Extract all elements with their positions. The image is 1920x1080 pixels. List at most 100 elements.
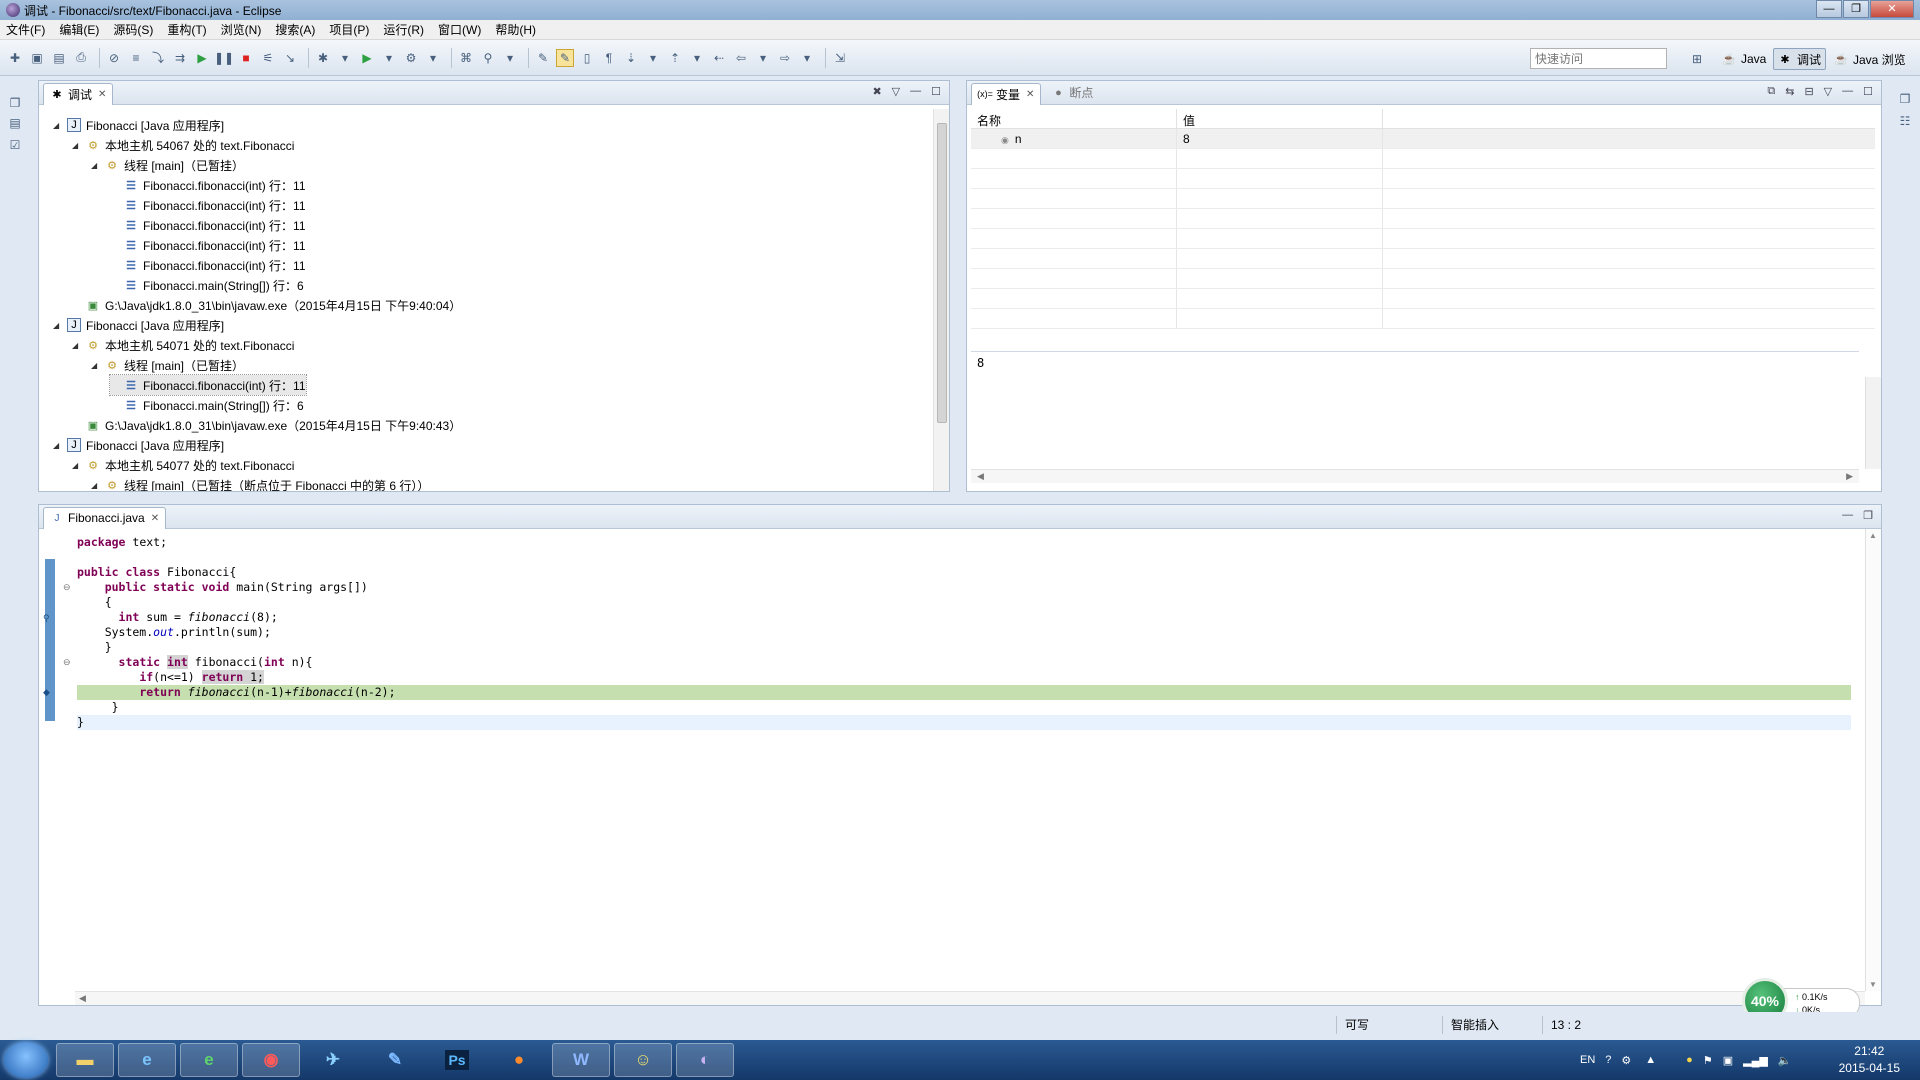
minimize-button[interactable]: —	[1816, 0, 1842, 18]
minimize-view-icon[interactable]: —	[1842, 85, 1853, 98]
debug-tree-row[interactable]: ▣ G:\Java\jdk1.8.0_31\bin\javaw.exe（2015年…	[72, 295, 461, 315]
tasks-view-icon[interactable]: ☑	[6, 136, 24, 154]
menu-navigate[interactable]: 浏览(N)	[221, 21, 262, 38]
show-logical-structure-icon[interactable]: ⇆	[1785, 85, 1794, 98]
action-center-icon[interactable]: ⚑	[1703, 1054, 1713, 1067]
netease-music-icon[interactable]: ◉	[242, 1043, 300, 1077]
remove-terminated-icon[interactable]: ✖	[872, 85, 881, 98]
debug-tree-row[interactable]: ◢ ⚙ 本地主机 54071 处的 text.Fibonacci	[72, 335, 294, 355]
menu-window[interactable]: 窗口(W)	[438, 21, 481, 38]
menu-project[interactable]: 项目(P)	[329, 21, 369, 38]
tray-app-icon[interactable]: ●	[1686, 1054, 1693, 1066]
debug-tree-row[interactable]: ◢ J Fibonacci [Java 应用程序]	[53, 435, 224, 455]
save-all-icon[interactable]: ▤	[50, 49, 68, 67]
save-icon[interactable]: ▣	[28, 49, 46, 67]
debug-tree-row[interactable]: ◢ ⚙ 本地主机 54067 处的 text.Fibonacci	[72, 135, 294, 155]
disconnect-icon[interactable]: ⚟	[259, 49, 277, 67]
menu-run[interactable]: 运行(R)	[383, 21, 424, 38]
debug-vertical-scrollbar[interactable]	[933, 109, 949, 491]
search-dropdown-icon[interactable]: ▾	[501, 49, 519, 67]
variable-row[interactable]: ◉ n 8	[971, 129, 1875, 149]
menu-source[interactable]: 源码(S)	[113, 21, 153, 38]
file-explorer-icon[interactable]: ▬	[56, 1043, 114, 1077]
last-edit-icon[interactable]: ⇠	[710, 49, 728, 67]
step-filters-icon[interactable]: ≡	[127, 49, 145, 67]
debug-tree-row[interactable]: ☰ Fibonacci.main(String[]) 行：6	[110, 275, 304, 295]
forward-icon[interactable]: ⇨	[776, 49, 794, 67]
menu-refactor[interactable]: 重构(T)	[167, 21, 206, 38]
open-perspective-icon[interactable]: ⊞	[1688, 50, 1706, 68]
expand-arrow-icon[interactable]: ◢	[91, 161, 101, 170]
word-icon[interactable]: W	[552, 1043, 610, 1077]
expand-arrow-icon[interactable]: ◢	[72, 141, 82, 150]
debug-tree-row[interactable]: ▣ G:\Java\jdk1.8.0_31\bin\javaw.exe（2015年…	[72, 415, 461, 435]
external-tools-icon[interactable]: ⚙	[402, 49, 420, 67]
start-button[interactable]	[4, 1042, 48, 1078]
back-dropdown-icon[interactable]: ▾	[754, 49, 772, 67]
debug-tree-row[interactable]: ◢ ⚙ 本地主机 54077 处的 text.Fibonacci	[72, 455, 294, 475]
view-menu-icon[interactable]: ▽	[1824, 85, 1832, 98]
scrollbar-thumb[interactable]	[937, 123, 947, 423]
skip-breakpoints-icon[interactable]: ⊘	[105, 49, 123, 67]
menu-help[interactable]: 帮助(H)	[495, 21, 536, 38]
fold-fibonacci-icon[interactable]: ⊖	[63, 657, 71, 668]
debug-tree-row[interactable]: ◢ ⚙ 线程 [main]（已暂挂）	[91, 355, 244, 375]
debug-tree-row[interactable]: ☰ Fibonacci.main(String[]) 行：6	[110, 395, 304, 415]
run-icon[interactable]: ▶	[358, 49, 376, 67]
editor-vertical-scrollbar[interactable]: ▲ ▼	[1865, 529, 1881, 991]
show-type-names-icon[interactable]: ⧉	[1767, 85, 1775, 98]
restore-icon[interactable]: ❐	[1896, 90, 1914, 108]
eclipse-icon[interactable]: ◐	[676, 1043, 734, 1077]
prev-annotation-dropdown-icon[interactable]: ▾	[688, 49, 706, 67]
restore-icon[interactable]: ❐	[6, 94, 24, 112]
debug-dropdown-icon[interactable]: ▾	[336, 49, 354, 67]
outline-icon[interactable]: ☷	[1896, 112, 1914, 130]
search-icon[interactable]: ⚲	[479, 49, 497, 67]
tray-settings-icon[interactable]: ⚙	[1621, 1054, 1631, 1067]
feiq-icon[interactable]: ✈	[304, 1043, 362, 1077]
scroll-down-icon[interactable]: ▼	[1869, 980, 1877, 989]
network-icon[interactable]: ▂▄▆	[1743, 1054, 1768, 1067]
show-hidden-icons-icon[interactable]: ▲	[1645, 1054, 1656, 1066]
restore-view-icon[interactable]: ❐	[1863, 509, 1873, 522]
menu-edit[interactable]: 编辑(E)	[59, 21, 99, 38]
expand-arrow-icon[interactable]: ◢	[53, 441, 63, 450]
perspective-debug[interactable]: ✱ 调试	[1773, 48, 1827, 70]
drop-to-frame-icon[interactable]: ⤵	[149, 49, 167, 67]
debug-icon[interactable]: ✱	[314, 49, 332, 67]
expand-arrow-icon[interactable]: ◢	[72, 341, 82, 350]
tab-variables[interactable]: (x)= 变量 ✕	[971, 82, 1042, 105]
external-tools-dropdown-icon[interactable]: ▾	[424, 49, 442, 67]
suspend-icon[interactable]: ❚❚	[214, 49, 234, 67]
terminate-icon[interactable]: ■	[237, 49, 255, 67]
prev-annotation-icon[interactable]: ⇡	[666, 49, 684, 67]
run-dropdown-icon[interactable]: ▾	[380, 49, 398, 67]
minimize-view-icon[interactable]: —	[910, 85, 921, 98]
new-icon[interactable]: ✚	[6, 49, 24, 67]
debug-tree-row[interactable]: ◢ ⚙ 线程 [main]（已暂挂）	[91, 155, 244, 175]
ie-green-icon[interactable]: e	[180, 1043, 238, 1077]
view-menu-icon[interactable]: ▽	[892, 85, 900, 98]
debug-tree-row[interactable]: ◢ J Fibonacci [Java 应用程序]	[53, 115, 224, 135]
variable-detail-pane[interactable]: 8	[971, 351, 1859, 451]
debug-tree-row[interactable]: ☰ Fibonacci.fibonacci(int) 行：11	[110, 215, 305, 235]
tab-fibonacci-java[interactable]: J Fibonacci.java ✕	[43, 506, 167, 529]
scroll-up-icon[interactable]: ▲	[1869, 531, 1877, 540]
outline-view-icon[interactable]: ▤	[6, 114, 24, 132]
step-into-icon[interactable]: ↘	[281, 49, 299, 67]
qq-icon[interactable]: ☺	[614, 1043, 672, 1077]
editor-horizontal-scrollbar[interactable]: ◀	[75, 991, 1865, 1005]
pin-editor-icon[interactable]: ⇲	[831, 49, 849, 67]
close-icon[interactable]: ✕	[98, 89, 106, 100]
debug-tree-row[interactable]: ☰ Fibonacci.fibonacci(int) 行：11	[110, 195, 305, 215]
expand-arrow-icon[interactable]: ◢	[91, 361, 101, 370]
tray-clock[interactable]: 21:42 2015-04-15	[1839, 1043, 1900, 1077]
use-step-filters-icon[interactable]: ⇉	[171, 49, 189, 67]
back-icon[interactable]: ⇦	[732, 49, 750, 67]
forward-dropdown-icon[interactable]: ▾	[798, 49, 816, 67]
tab-debug[interactable]: ✱ 调试 ✕	[43, 82, 114, 105]
expand-arrow-icon[interactable]: ◢	[91, 481, 101, 490]
debug-tree-row[interactable]: ◢ J Fibonacci [Java 应用程序]	[53, 315, 224, 335]
print-icon[interactable]: ⎙	[72, 49, 90, 67]
column-name-header[interactable]: 名称	[971, 109, 1177, 128]
